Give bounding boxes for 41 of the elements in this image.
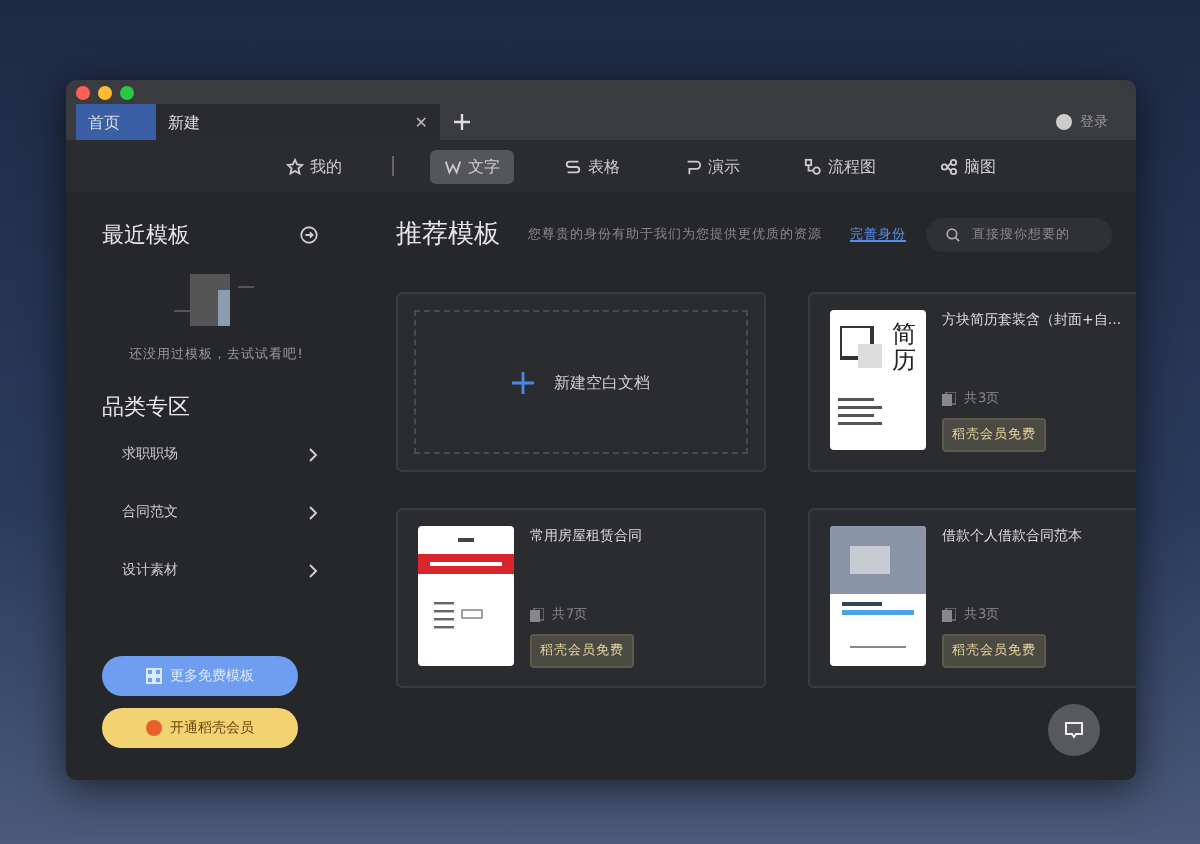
- chevron-right-icon[interactable]: [308, 563, 318, 577]
- section-title: 最近模板: [102, 220, 190, 250]
- document-icon: [444, 157, 462, 175]
- category-tab[interactable]: 演示: [670, 149, 754, 183]
- contract-thumbnail: [418, 526, 514, 666]
- zoom-window-button[interactable]: [120, 85, 134, 99]
- squares-drawing: [840, 326, 884, 370]
- category-tab[interactable]: 流程图: [790, 149, 890, 183]
- resume-title: 简历: [892, 322, 916, 375]
- tab[interactable]: 首页: [76, 104, 156, 140]
- chat-button[interactable]: [1048, 704, 1100, 756]
- star-icon: [286, 157, 304, 175]
- category-tab[interactable]: 表格: [550, 149, 634, 183]
- section-title: 品类专区: [102, 392, 190, 422]
- page-title: 推荐模板: [396, 218, 500, 252]
- report-thumbnail: [830, 526, 926, 666]
- presentation-icon: [684, 157, 702, 175]
- flowchart-icon: [804, 157, 822, 175]
- search-icon: [946, 227, 960, 241]
- new-document-card[interactable]: 新建空白文档: [396, 292, 766, 472]
- spreadsheet-icon: [564, 157, 582, 175]
- chevron-right-icon[interactable]: [308, 505, 318, 519]
- badge-icon: [146, 720, 162, 736]
- minimize-window-button[interactable]: [98, 85, 112, 99]
- avatar-icon[interactable]: [1056, 114, 1072, 130]
- close-tab-button[interactable]: ✕: [414, 113, 428, 131]
- text-lines-drawing: [838, 398, 882, 426]
- pages-icon: [530, 608, 544, 622]
- category-tab[interactable]: 脑图: [926, 149, 1010, 183]
- plus-icon: [512, 371, 534, 393]
- pages-icon: [942, 608, 956, 622]
- arrow-circle-icon[interactable]: [300, 226, 318, 244]
- pages-icon: [942, 392, 956, 406]
- grid-icon: [146, 668, 162, 684]
- category-tab[interactable]: 我的: [272, 149, 356, 183]
- close-window-button[interactable]: [76, 85, 90, 99]
- category-tab[interactable]: 文字: [430, 149, 514, 183]
- mind-map-icon: [940, 157, 958, 175]
- chevron-right-icon[interactable]: [308, 447, 318, 461]
- chat-icon: [1064, 720, 1084, 740]
- tab[interactable]: 新建 ✕: [156, 104, 440, 140]
